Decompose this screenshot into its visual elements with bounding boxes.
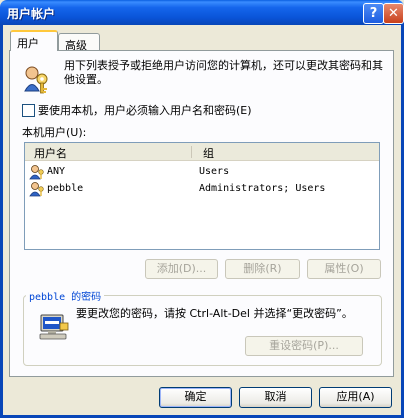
require-login-checkbox[interactable] <box>22 103 35 117</box>
help-icon: ? <box>369 6 378 21</box>
tab-users-label: 用户 <box>17 37 39 50</box>
window-title: 用户帐户 <box>7 7 56 21</box>
local-users-label: 本机用户(U): <box>22 126 87 139</box>
reset-password-button[interactable]: 重设密码(P)... <box>245 336 363 356</box>
user-group: Users <box>199 166 230 177</box>
apply-button[interactable]: 应用(A) <box>319 387 392 408</box>
require-login-option[interactable]: 要使用本机，用户必须输入用户名和密码(E) <box>22 103 252 117</box>
remove-user-button[interactable]: 删除(R) <box>225 259 300 279</box>
add-user-button[interactable]: 添加(D)... <box>145 259 218 279</box>
user-name: ANY <box>47 166 66 177</box>
column-header-group[interactable]: 组 <box>203 145 214 161</box>
user-group: Administrators; Users <box>199 183 326 194</box>
tab-users[interactable]: 用户 <box>10 30 58 51</box>
help-button[interactable]: ? <box>363 3 384 24</box>
column-header-username[interactable]: 用户名 <box>34 145 67 161</box>
user-name: pebble <box>47 183 84 194</box>
listview-header: 用户名 组 <box>25 143 379 161</box>
window-frame-left <box>0 25 3 418</box>
ok-button[interactable]: 确定 <box>159 387 232 408</box>
users-keys-icon <box>24 66 48 94</box>
users-tab-panel: 用下列表授予或拒绝用户访问您的计算机，还可以更改其密码和其他设置。 要使用本机，… <box>9 50 394 377</box>
require-login-label[interactable]: 要使用本机，用户必须输入用户名和密码(E) <box>38 102 252 118</box>
close-button[interactable]: ✕ <box>383 3 404 24</box>
password-info-text: 要更改您的密码，请按 Ctrl-Alt-Del 并选择“更改密码”。 <box>76 307 353 320</box>
user-icon <box>29 165 44 180</box>
cancel-button[interactable]: 取消 <box>239 387 312 408</box>
title-bar[interactable]: 用户帐户 ? ✕ <box>0 0 404 25</box>
table-row[interactable]: ANY Users <box>25 164 379 181</box>
tab-advanced[interactable]: 高级 <box>58 33 100 52</box>
computer-password-icon <box>39 314 69 340</box>
user-icon <box>29 182 44 197</box>
close-icon: ✕ <box>388 6 399 21</box>
column-separator[interactable] <box>191 146 192 158</box>
password-groupbox-legend: pebble 的密码 <box>26 288 105 303</box>
table-row[interactable]: pebble Administrators; Users <box>25 181 379 198</box>
properties-button[interactable]: 属性(O) <box>307 259 381 279</box>
users-listview[interactable]: 用户名 组 ANY Users pebble Administrators; U… <box>24 142 380 250</box>
intro-text: 用下列表授予或拒绝用户访问您的计算机，还可以更改其密码和其他设置。 <box>64 59 383 86</box>
